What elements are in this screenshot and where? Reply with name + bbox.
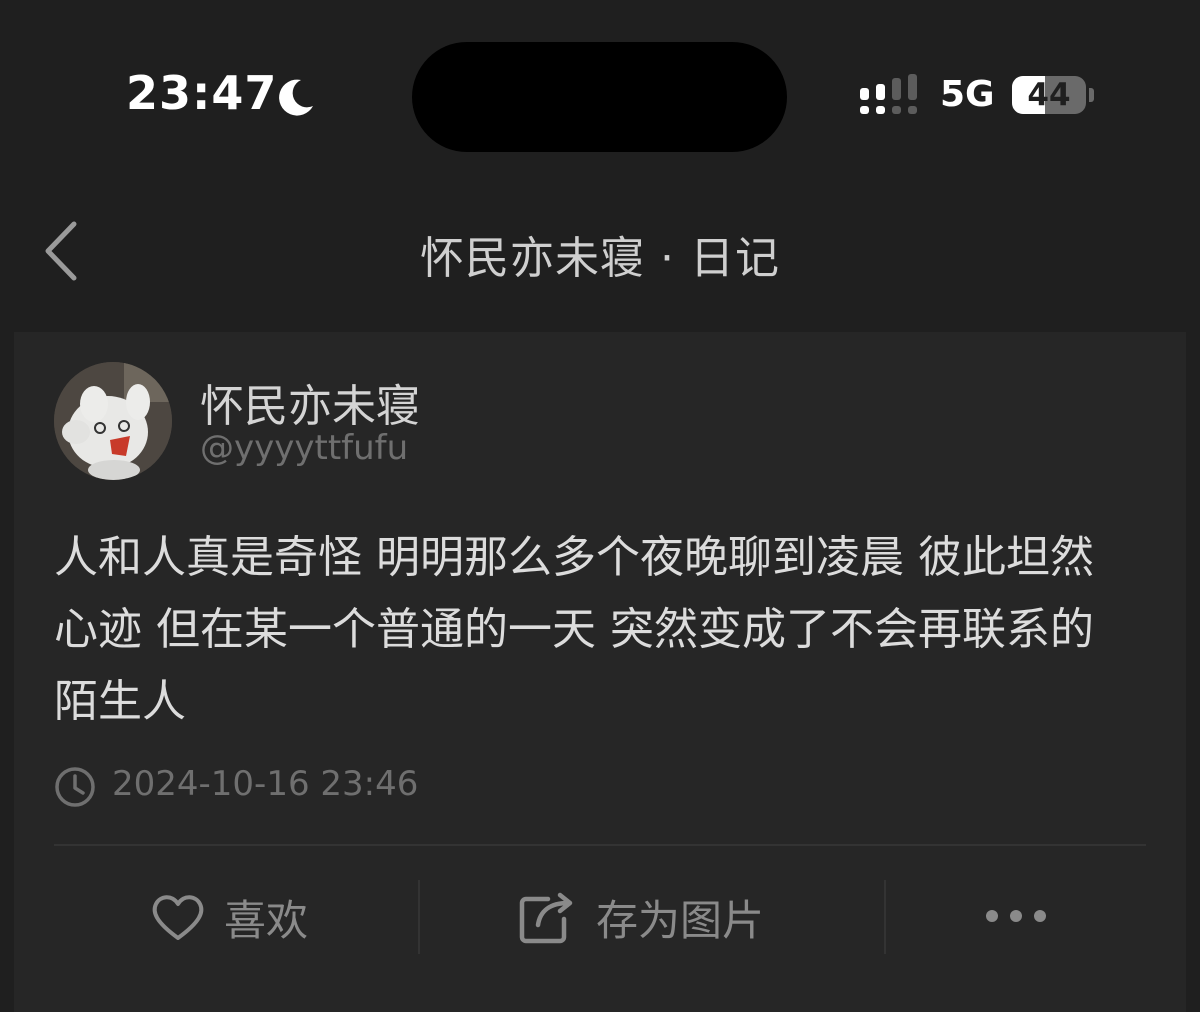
action-divider [884, 880, 886, 954]
diary-post-card: 怀民亦未寝 @yyyyttfufu 人和人真是奇怪 明明那么多个夜晚聊到凌晨 彼… [14, 332, 1186, 1012]
battery-percent: 44 [1027, 77, 1071, 113]
page-title: 怀民亦未寝 · 日记 [420, 233, 780, 284]
post-body-text: 人和人真是奇怪 明明那么多个夜晚聊到凌晨 彼此坦然心迹 但在某一个普通的一天 突… [54, 532, 1094, 727]
heart-icon [152, 895, 204, 940]
action-divider [418, 880, 420, 954]
avatar-image [54, 362, 172, 480]
avatar[interactable] [54, 362, 172, 480]
like-label: 喜欢 [224, 895, 309, 945]
post-timestamp: 2024-10-16 23:46 [112, 764, 419, 804]
share-export-icon [519, 892, 573, 944]
battery-nub [1089, 88, 1094, 102]
like-button[interactable]: 喜欢 [150, 882, 308, 952]
status-time: 23:47 [126, 66, 278, 120]
battery-indicator: 44 [1012, 76, 1086, 114]
clock-icon [55, 767, 95, 807]
moon-icon [279, 79, 313, 116]
network-type: 5G [940, 74, 995, 115]
author-name[interactable]: 怀民亦未寝 [200, 370, 420, 434]
more-dots-icon[interactable] [984, 904, 1048, 928]
divider [54, 844, 1146, 846]
author-handle: @yyyyttfufu [200, 428, 409, 468]
app-screen: 23:47 5G 44 怀民亦未寝 · 日记 怀民亦未寝 @yyyyttfufu… [0, 0, 1200, 1012]
save-as-image-button[interactable]: 存为图片 [518, 882, 764, 952]
dynamic-island [412, 42, 787, 152]
save-as-image-label: 存为图片 [596, 895, 765, 945]
cellular-signal-icon [860, 74, 917, 114]
